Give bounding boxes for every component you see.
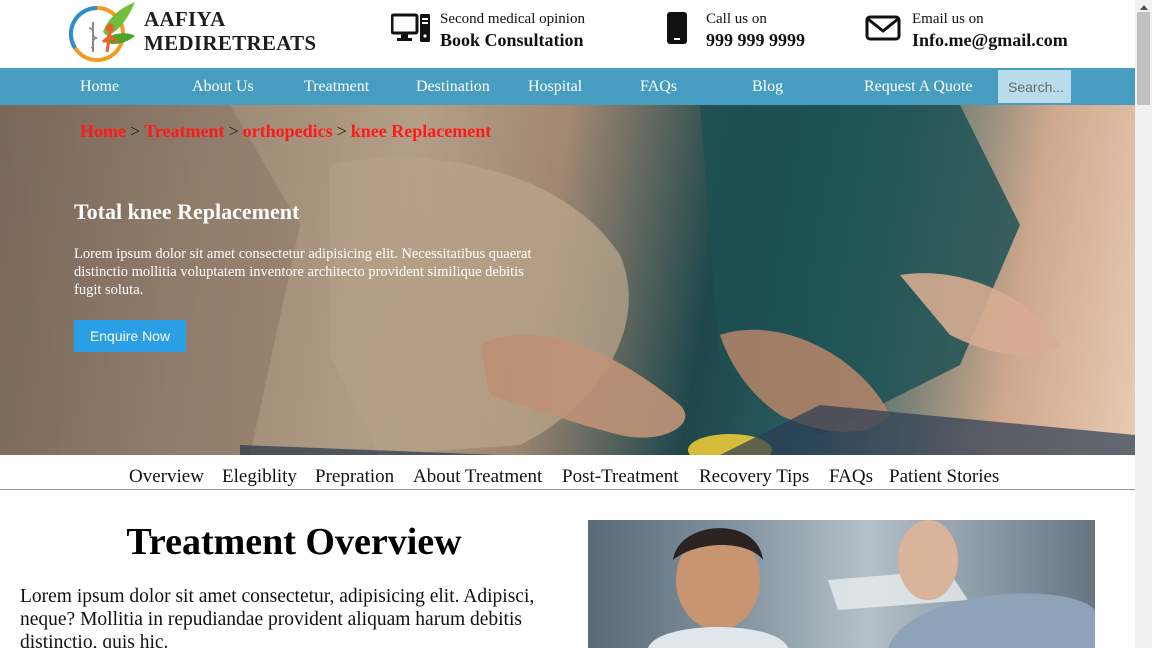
brand-name[interactable]: AAFIYA MEDIRETREATS (144, 7, 316, 55)
envelope-icon (862, 10, 904, 46)
vertical-scrollbar[interactable] (1135, 0, 1152, 648)
nav-request-quote[interactable]: Request A Quote (864, 68, 972, 105)
treatment-subnav: Overview Elegiblity Prepration About Tre… (0, 455, 1135, 490)
tab-patient-stories[interactable]: Patient Stories (889, 466, 999, 488)
breadcrumb-orthopedics[interactable]: orthopedics (243, 121, 333, 141)
hero-description: Lorem ipsum dolor sit amet consectetur a… (74, 246, 532, 298)
scrollbar-thumb[interactable] (1137, 12, 1150, 105)
page: AAFIYA MEDIRETREATS Second medical opini… (0, 0, 1135, 648)
tab-about-treatment[interactable]: About Treatment (413, 466, 542, 488)
computer-icon (390, 10, 432, 46)
email-link[interactable]: Info.me@gmail.com (912, 29, 1068, 51)
consultation-caption: Second medical opinion (440, 11, 585, 27)
phone-caption: Call us on (706, 11, 767, 27)
tab-faqs[interactable]: FAQs (829, 466, 873, 488)
tab-eligibility[interactable]: Elegiblity (222, 466, 297, 488)
phone-icon (656, 10, 698, 46)
breadcrumb: Home > Treatment > orthopedics > knee Replacem… (80, 121, 491, 142)
nav-hospital[interactable]: Hospital (528, 68, 582, 105)
breadcrumb-separator: > (336, 121, 347, 141)
search-input[interactable] (998, 70, 1071, 103)
nav-home[interactable]: Home (80, 68, 119, 105)
site-header: AAFIYA MEDIRETREATS Second medical opini… (0, 0, 1135, 68)
nav-faqs[interactable]: FAQs (640, 68, 677, 105)
breadcrumb-separator: > (228, 121, 239, 141)
tab-recovery-tips[interactable]: Recovery Tips (699, 466, 809, 488)
nav-about-us[interactable]: About Us (192, 68, 254, 105)
nav-treatment[interactable]: Treatment (304, 68, 369, 105)
consultation-contact[interactable]: Second medical opinion Book Consultation (390, 10, 585, 51)
nav-destination[interactable]: Destination (416, 68, 490, 105)
breadcrumb-current[interactable]: knee Replacement (351, 121, 491, 141)
tab-preparation[interactable]: Prepration (315, 466, 394, 488)
hero-title: Total knee Replacement (74, 199, 300, 224)
phone-contact[interactable]: Call us on 999 999 9999 (656, 10, 805, 51)
overview-text: Lorem ipsum dolor sit amet consectetur, … (20, 586, 535, 648)
tab-overview[interactable]: Overview (129, 466, 204, 488)
book-consultation-link[interactable]: Book Consultation (440, 29, 585, 51)
breadcrumb-treatment[interactable]: Treatment (144, 121, 224, 141)
brand-line-1: AAFIYA (144, 7, 226, 31)
main-nav: Home About Us Treatment Destination Hosp… (0, 68, 1135, 105)
email-contact[interactable]: Email us on Info.me@gmail.com (862, 10, 1068, 51)
email-caption: Email us on (912, 11, 984, 27)
doctor-patient-image (588, 520, 1095, 648)
breadcrumb-separator: > (129, 121, 141, 141)
nav-blog[interactable]: Blog (752, 68, 783, 105)
breadcrumb-home[interactable]: Home (80, 121, 126, 141)
logo-icon[interactable] (67, 2, 137, 62)
phone-number-link[interactable]: 999 999 9999 (706, 29, 805, 51)
hero-banner: Home > Treatment > orthopedics > knee Replacem… (0, 105, 1135, 455)
overview-heading: Treatment Overview (126, 521, 462, 563)
tab-post-treatment[interactable]: Post-Treatment (562, 466, 678, 488)
brand-line-2: MEDIRETREATS (144, 31, 317, 55)
enquire-now-button[interactable]: Enquire Now (74, 320, 186, 352)
